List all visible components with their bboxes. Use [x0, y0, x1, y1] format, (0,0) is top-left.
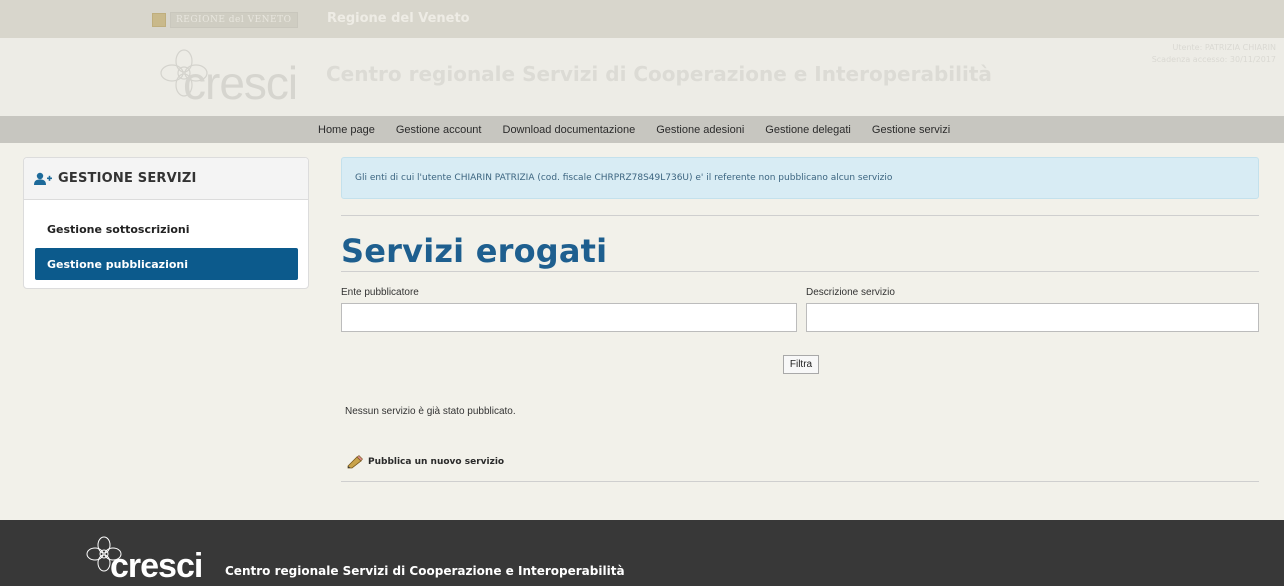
page-title: Servizi erogati — [341, 232, 608, 270]
filter-button[interactable]: Filtra — [783, 355, 819, 374]
user-name: Utente: PATRIZIA CHIARIN — [1172, 43, 1276, 52]
region-crest-icon — [152, 13, 166, 27]
pencil-icon — [347, 455, 363, 469]
region-logo[interactable]: REGIONE del VENETO — [152, 12, 302, 28]
publish-new-service-link[interactable]: Pubblica un nuovo servizio — [347, 455, 504, 469]
sidebar-header: GESTIONE SERVIZI — [24, 158, 308, 200]
sidebar-panel: GESTIONE SERVIZI Gestione sottoscrizioni… — [23, 157, 309, 289]
region-name[interactable]: Regione del Veneto — [327, 11, 470, 26]
nav-gestione-servizi[interactable]: Gestione servizi — [872, 124, 950, 136]
session-expiry: Scadenza accesso: 30/11/2017 — [1151, 55, 1276, 64]
sidebar-item-pubblicazioni[interactable]: Gestione pubblicazioni — [35, 248, 298, 280]
nav-download-documentazione[interactable]: Download documentazione — [503, 124, 636, 136]
descrizione-label: Descrizione servizio — [806, 287, 895, 298]
divider — [341, 271, 1259, 272]
sidebar-title: GESTIONE SERVIZI — [58, 171, 197, 186]
sidebar-item-sottoscrizioni[interactable]: Gestione sottoscrizioni — [35, 213, 298, 245]
site-footer: cresci Centro regionale Servizi di Coope… — [0, 520, 1284, 586]
main-nav: Home page Gestione account Download docu… — [0, 116, 1284, 143]
cresci-logo-text[interactable]: cresci — [183, 60, 298, 106]
top-strip: REGIONE del VENETO Regione del Veneto — [0, 0, 1284, 38]
site-header: cresci Centro regionale Servizi di Coope… — [0, 38, 1284, 116]
region-badge: REGIONE del VENETO — [170, 12, 298, 28]
nav-gestione-account[interactable]: Gestione account — [396, 124, 482, 136]
ente-label: Ente pubblicatore — [341, 287, 419, 298]
descrizione-servizio-input[interactable] — [806, 303, 1259, 332]
nav-gestione-delegati[interactable]: Gestione delegati — [765, 124, 851, 136]
ente-pubblicatore-input[interactable] — [341, 303, 797, 332]
empty-state-message: Nessun servizio è già stato pubblicato. — [345, 406, 516, 417]
add-user-icon — [34, 172, 52, 185]
user-info: Utente: PATRIZIA CHIARIN Scadenza access… — [1152, 42, 1276, 66]
footer-logo-text: cresci — [110, 547, 203, 585]
divider — [341, 481, 1259, 482]
nav-home[interactable]: Home page — [318, 124, 375, 136]
info-alert: Gli enti di cui l'utente CHIARIN PATRIZI… — [341, 157, 1259, 199]
site-title: Centro regionale Servizi di Cooperazione… — [326, 62, 992, 86]
nav-gestione-adesioni[interactable]: Gestione adesioni — [656, 124, 744, 136]
publish-link-label[interactable]: Pubblica un nuovo servizio — [368, 457, 504, 467]
footer-title: Centro regionale Servizi di Cooperazione… — [225, 564, 625, 578]
divider — [341, 215, 1259, 216]
